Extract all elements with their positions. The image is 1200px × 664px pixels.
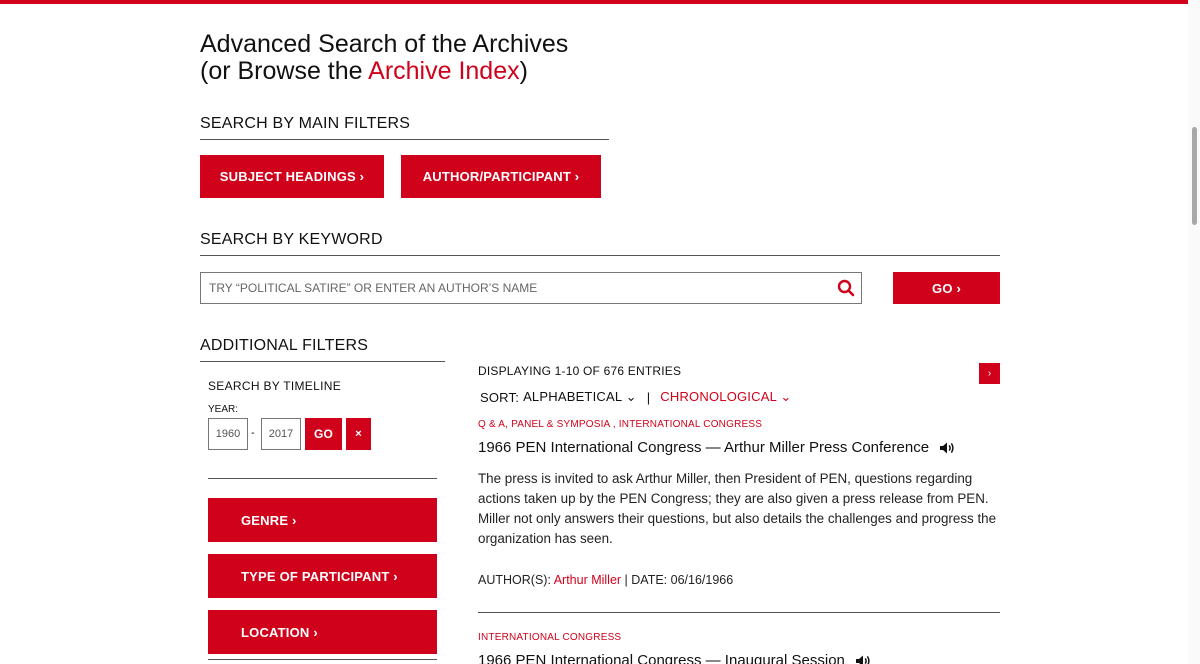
entry-categories[interactable]: Q & A, PANEL & SYMPOSIA , INTERNATIONAL … (478, 419, 762, 430)
entry-divider (478, 612, 1000, 613)
title-prefix: (or Browse the (200, 57, 369, 85)
sort-bar: SORT: ALPHABETICAL ⌄ | CHRONOLOGICAL ⌄ (480, 389, 791, 405)
speaker-icon (940, 442, 954, 454)
year-separator: - (251, 427, 255, 439)
next-page-button[interactable]: › (979, 363, 1000, 384)
sort-chronological[interactable]: CHRONOLOGICAL ⌄ (660, 389, 791, 405)
entry-title-text[interactable]: 1966 PEN International Congress — Inaugu… (478, 652, 845, 664)
author-link[interactable]: Arthur Miller (554, 573, 621, 587)
sort-label: SORT: (480, 389, 520, 405)
keyword-search-box (200, 272, 862, 304)
archive-index-link[interactable]: Archive Index (368, 57, 519, 85)
page-title: Advanced Search of the Archives (or Brow… (200, 31, 568, 85)
results-count: DISPLAYING 1-10 OF 676 ENTRIES (478, 364, 682, 378)
keyword-search-input[interactable] (201, 273, 821, 303)
filter-divider (208, 659, 437, 660)
author-label: AUTHOR(S): (478, 573, 554, 587)
entry-categories[interactable]: INTERNATIONAL CONGRESS (478, 632, 621, 643)
scrollbar-thumb[interactable] (1192, 127, 1197, 225)
page-scrollbar[interactable] (1188, 0, 1200, 664)
sort-separator: | (646, 389, 651, 405)
speaker-icon (855, 655, 870, 664)
keyword-heading: SEARCH BY KEYWORD (200, 231, 1000, 256)
main-filters-heading: SEARCH BY MAIN FILTERS (200, 115, 609, 140)
year-clear-button[interactable]: × (346, 418, 371, 450)
sort-alphabetical[interactable]: ALPHABETICAL ⌄ (523, 389, 637, 405)
year-from-input[interactable] (208, 418, 248, 450)
title-suffix: ) (519, 57, 528, 85)
timeline-heading: SEARCH BY TIMELINE (208, 379, 341, 393)
entry-description: The press is invited to ask Arthur Mille… (478, 471, 997, 546)
entry-meta: AUTHOR(S): Arthur Miller | DATE: 06/16/1… (478, 573, 733, 587)
year-to-input[interactable] (261, 418, 301, 450)
subject-headings-button[interactable]: SUBJECT HEADINGS › (200, 155, 384, 198)
type-of-participant-filter-button[interactable]: TYPE OF PARTICIPANT › (208, 554, 437, 598)
author-participant-button[interactable]: AUTHOR/PARTICIPANT › (401, 155, 601, 198)
top-accent-bar (0, 0, 1200, 4)
additional-filters-heading: ADDITIONAL FILTERS (200, 337, 445, 362)
location-filter-button[interactable]: LOCATION › (208, 610, 437, 654)
year-go-button[interactable]: GO (305, 418, 342, 450)
keyword-go-button[interactable]: GO › (893, 272, 1000, 304)
filter-divider (208, 478, 437, 479)
entry-title-text[interactable]: 1966 PEN International Congress — Arthur… (478, 439, 929, 456)
entry-date: | DATE: 06/16/1966 (621, 573, 734, 587)
year-label: YEAR: (208, 404, 239, 415)
entry-title[interactable]: 1966 PEN International Congress — Arthur… (478, 439, 955, 456)
genre-filter-button[interactable]: GENRE › (208, 498, 437, 542)
title-line1: Advanced Search of the Archives (200, 30, 569, 58)
entry-title[interactable]: 1966 PEN International Congress — Inaugu… (478, 652, 871, 664)
search-icon[interactable] (837, 279, 855, 297)
